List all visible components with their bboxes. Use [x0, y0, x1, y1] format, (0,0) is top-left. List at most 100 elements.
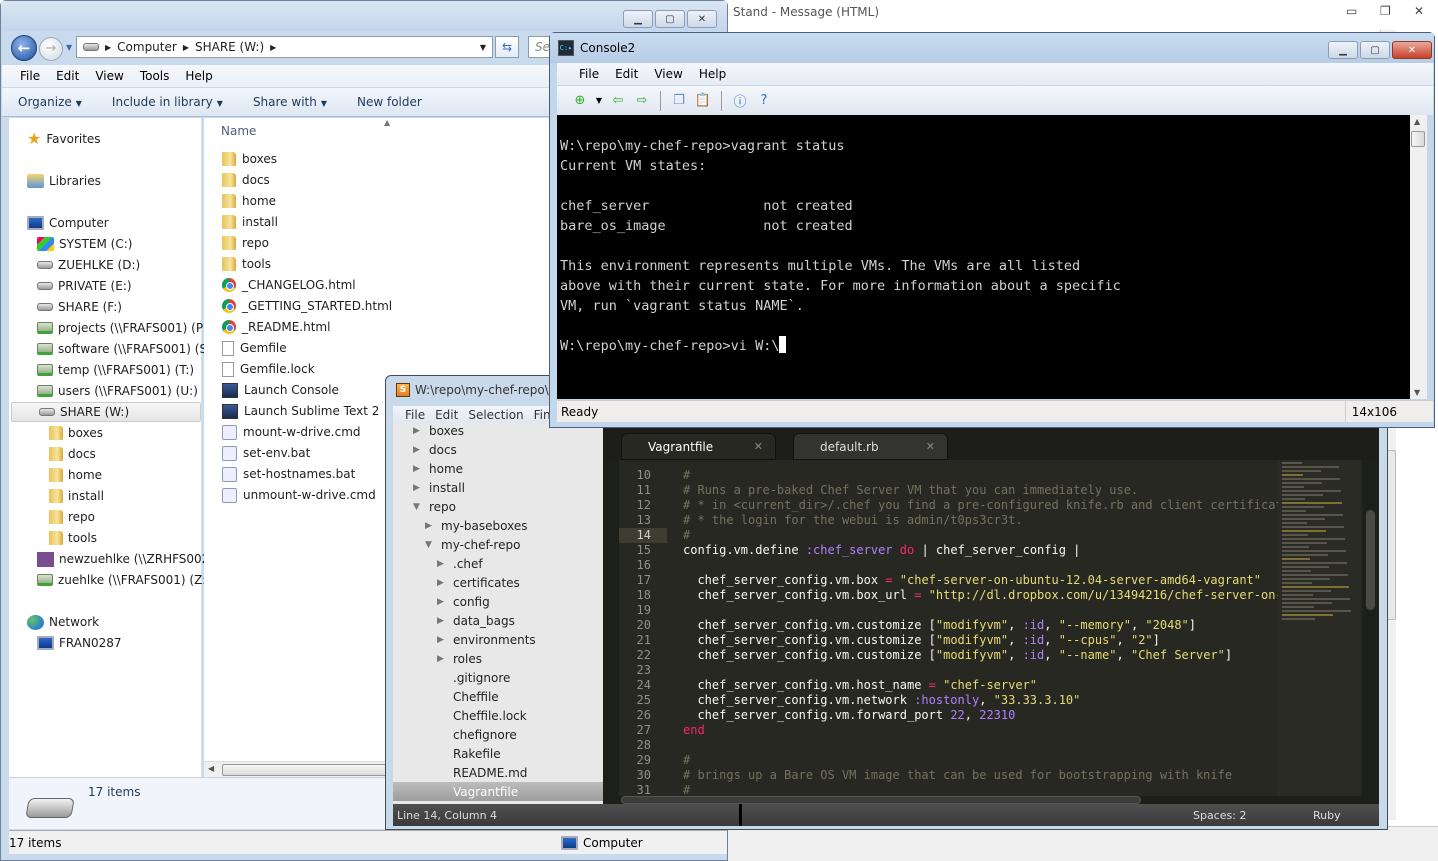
code-line[interactable]: # [683, 468, 1304, 483]
menu-help[interactable]: Help [177, 69, 220, 83]
forward-arrow-icon[interactable]: → [39, 37, 63, 61]
file-item[interactable]: mount-w-drive.cmd [222, 422, 361, 442]
address-dropdown-icon[interactable]: ▼ [480, 43, 486, 52]
expanded-arrow-icon[interactable]: ▼ [425, 540, 435, 550]
breadcrumb-separator-icon[interactable]: ▶ [270, 43, 276, 52]
code-line[interactable]: # brings up a Bare OS VM image that can … [683, 768, 1304, 783]
share-with-button[interactable]: Share with▼ [253, 95, 327, 109]
menu-view[interactable]: View [87, 69, 131, 83]
menu-tools[interactable]: Tools [132, 69, 178, 83]
code-line[interactable]: chef_server_config.vm.customize ["modify… [683, 633, 1304, 648]
tree-item[interactable]: ▶config [437, 592, 490, 611]
tree-item[interactable]: ▶docs [413, 440, 457, 459]
expanded-arrow-icon[interactable]: ▼ [413, 502, 423, 512]
scroll-down-icon[interactable]: ▼ [1414, 388, 1420, 397]
scroll-up-icon[interactable]: ▲ [1414, 117, 1420, 126]
tree-item[interactable]: ▶data_bags [437, 611, 515, 630]
file-item[interactable]: docs [222, 170, 270, 190]
code-line[interactable] [683, 603, 1304, 618]
collapsed-arrow-icon[interactable]: ▶ [437, 635, 447, 645]
recent-pages-dropdown-icon[interactable]: ▼ [66, 43, 72, 52]
console-menu-edit[interactable]: Edit [607, 67, 646, 81]
nav-item[interactable]: install [49, 486, 104, 506]
sublime-menu-edit[interactable]: Edit [431, 408, 462, 422]
console-close-button[interactable]: ✕ [1392, 41, 1432, 59]
file-item[interactable]: set-hostnames.bat [222, 464, 355, 484]
file-item[interactable]: tools [222, 254, 271, 274]
file-item[interactable]: boxes [222, 149, 277, 169]
file-item[interactable]: unmount-w-drive.cmd [222, 485, 376, 505]
tree-item[interactable]: ▶my-baseboxes [425, 516, 527, 535]
collapsed-arrow-icon[interactable]: ▶ [413, 445, 423, 455]
horizontal-scroll-thumb[interactable] [222, 764, 392, 776]
console-maximize-button[interactable]: ▢ [1360, 41, 1390, 59]
editor-vertical-scrollbar[interactable] [1362, 460, 1379, 796]
previous-tab-icon[interactable]: ⇦ [609, 93, 627, 109]
code-line[interactable]: # [683, 528, 1304, 543]
terminal-output[interactable]: W:\repo\my-chef-repo>vagrant statusCurre… [557, 115, 1410, 399]
editor-hscroll-thumb[interactable] [621, 796, 1141, 804]
nav-item[interactable]: software (\\FRAFS001) (S:) [37, 339, 216, 359]
tree-item[interactable]: ▶install [413, 478, 465, 497]
tree-item[interactable]: .gitignore [437, 668, 510, 687]
collapsed-arrow-icon[interactable]: ▶ [437, 559, 447, 569]
code-line[interactable]: config.vm.define :chef_server do | chef_… [683, 543, 1304, 558]
outlook-restore-button[interactable]: ❐ [1380, 4, 1391, 18]
console-scroll-thumb[interactable] [1411, 131, 1425, 147]
sublime-menu-file[interactable]: File [401, 408, 429, 422]
tab-default-rb[interactable]: default.rb ✕ [793, 433, 948, 460]
file-item[interactable]: install [222, 212, 278, 232]
code-line[interactable] [683, 663, 1304, 678]
file-item[interactable]: Launch Console [222, 380, 339, 400]
nav-item[interactable]: Network [27, 612, 99, 632]
console-menu-file[interactable]: File [571, 67, 607, 81]
sublime-menu-selection[interactable]: Selection [464, 408, 527, 422]
code-line[interactable]: # [683, 783, 1304, 796]
nav-item[interactable]: Computer [27, 213, 109, 233]
collapsed-arrow-icon[interactable]: ▶ [413, 426, 423, 436]
tree-item[interactable]: README.md [437, 763, 527, 782]
tree-item[interactable]: Cheffile [437, 687, 499, 706]
refresh-icon[interactable]: ⇆ [495, 36, 519, 58]
tree-item[interactable]: ▶roles [437, 649, 482, 668]
file-item[interactable]: home [222, 191, 276, 211]
tree-item[interactable]: ▶certificates [437, 573, 520, 592]
menu-edit[interactable]: Edit [48, 69, 87, 83]
nav-item[interactable]: newzuehlke (\\ZRHFS002) ( [37, 549, 223, 569]
nav-item[interactable]: home [49, 465, 102, 485]
tree-item[interactable]: ▶home [413, 459, 463, 478]
code-area[interactable]: 1011121314151617181920212223242526272829… [619, 460, 1362, 796]
tree-item[interactable]: ▶environments [437, 630, 536, 649]
code-line[interactable]: chef_server_config.vm.box = "chef-server… [683, 573, 1304, 588]
explorer-titlebar[interactable] [1, 1, 727, 31]
nav-item[interactable]: temp (\\FRAFS001) (T:) [37, 360, 194, 380]
menu-file[interactable]: File [12, 69, 48, 83]
nav-item[interactable]: repo [49, 507, 95, 527]
collapsed-arrow-icon[interactable]: ▶ [437, 654, 447, 664]
code-line[interactable]: end [683, 723, 1304, 738]
tree-item[interactable]: Cheffile.lock [437, 706, 527, 725]
outlook-close-button[interactable]: ✕ [1414, 4, 1424, 18]
explorer-maximize-button[interactable]: ▢ [655, 10, 685, 28]
file-item[interactable]: repo [222, 233, 269, 253]
code-line[interactable]: # Runs a pre-baked Chef Server VM that y… [683, 483, 1304, 498]
close-tab-icon[interactable]: ✕ [926, 440, 935, 453]
collapsed-arrow-icon[interactable]: ▶ [437, 578, 447, 588]
code-line[interactable]: # * the login for the webui is admin/t0p… [683, 513, 1304, 528]
new-folder-button[interactable]: New folder [357, 95, 422, 109]
syntax-setting[interactable]: Ruby [1313, 809, 1341, 822]
collapsed-arrow-icon[interactable]: ▶ [425, 521, 435, 531]
help-icon[interactable]: ? [755, 93, 773, 109]
sublime-titlebar[interactable]: S W:\repo\my-chef-repo\V [396, 383, 557, 397]
file-item[interactable]: Launch Sublime Text 2 [222, 401, 379, 421]
explorer-minimize-button[interactable]: ▁ [623, 10, 653, 28]
terminal-prompt-line[interactable]: W:\repo\my-chef-repo>vi W:\ [560, 336, 1410, 356]
paste-icon[interactable]: 📋 [694, 93, 712, 109]
editor-horizontal-scrollbar[interactable] [619, 796, 1362, 804]
console-vertical-scrollbar[interactable]: ▲ ▼ [1410, 115, 1427, 399]
console-minimize-button[interactable]: ▁ [1328, 41, 1358, 59]
nav-item[interactable]: users (\\FRAFS001) (U:) [37, 381, 198, 401]
next-tab-icon[interactable]: ⇨ [633, 93, 651, 109]
indentation-setting[interactable]: Spaces: 2 [1193, 809, 1246, 822]
editor-scroll-thumb[interactable] [1366, 510, 1375, 610]
